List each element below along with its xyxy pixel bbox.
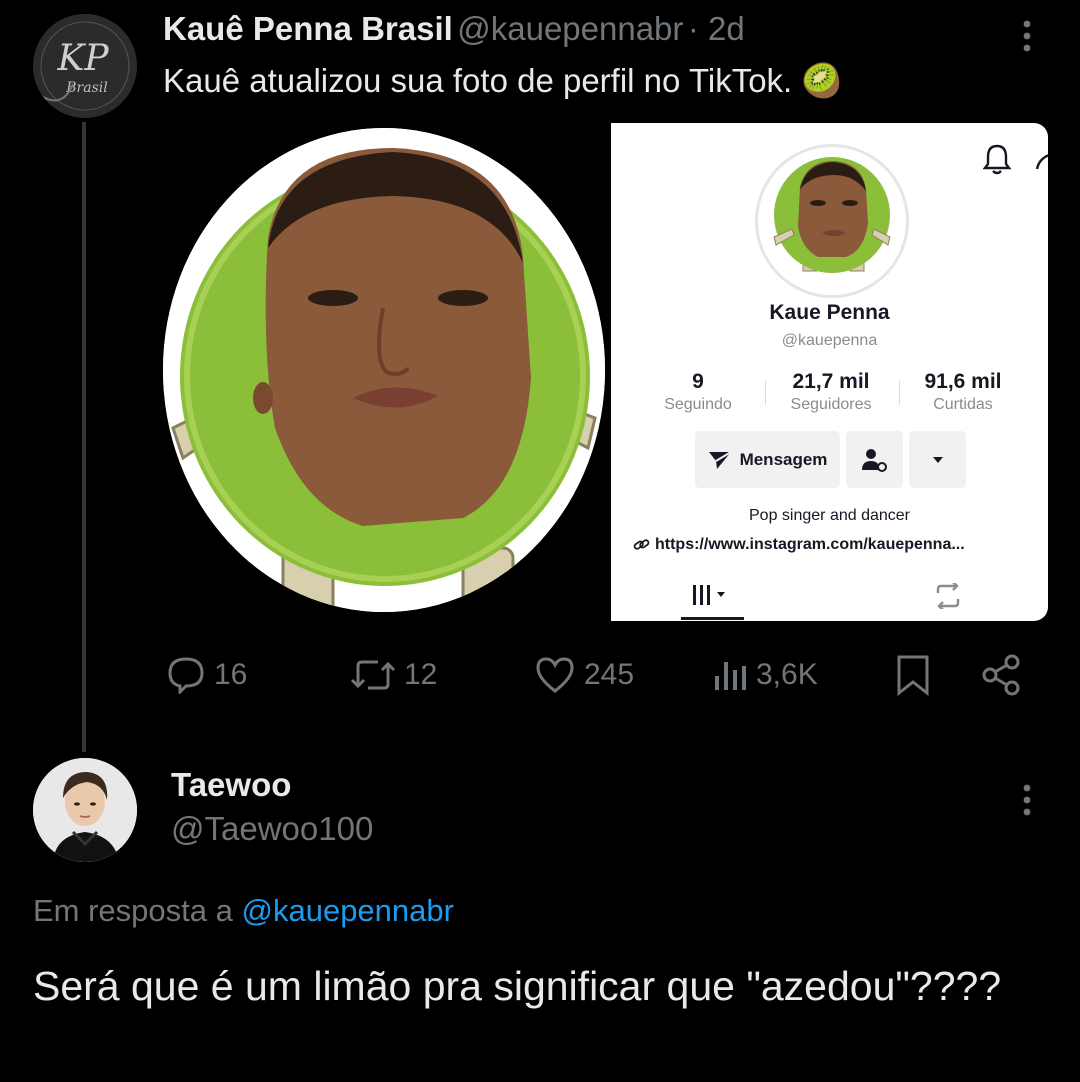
tiktok-bio: Pop singer and dancer	[749, 507, 910, 524]
link-icon	[633, 539, 650, 550]
heart-icon	[536, 657, 574, 693]
views-action[interactable]: 3,6K	[712, 650, 818, 700]
tweet-time[interactable]: · 2d	[688, 10, 745, 47]
tweet-photo[interactable]	[163, 128, 605, 612]
author-handle[interactable]: @kauepennabr	[457, 10, 683, 47]
stat-following-value: 9	[692, 370, 704, 393]
reply-count: 16	[214, 658, 248, 691]
stat-followers-label: Seguidores	[790, 396, 872, 413]
tiktok-profile-screenshot[interactable]: Kaue Penna @kauepenna 9 Seguindo 21,7 mi…	[611, 123, 1048, 621]
author-avatar[interactable]: KP Brasil	[33, 14, 137, 118]
reply-icon	[168, 657, 204, 694]
share-action[interactable]	[980, 650, 1022, 700]
stat-likes-label: Curtidas	[933, 396, 993, 413]
replying-to-mention[interactable]: @kauepennabr	[242, 893, 454, 928]
reply-text: Será que é um limão pra significar que "…	[33, 963, 1002, 1009]
tiktok-name: Kaue Penna	[769, 301, 890, 324]
message-button: Mensagem	[695, 431, 840, 488]
tiktok-link: https://www.instagram.com/kauepenna...	[633, 536, 965, 554]
views-chart-icon	[715, 662, 746, 690]
more-dropdown-button	[909, 431, 966, 488]
tweet-text: Kauê atualizou sua foto de perfil no Tik…	[163, 62, 843, 99]
replying-to-label: Em resposta a	[33, 893, 233, 928]
retweet-action[interactable]: 12	[350, 650, 437, 700]
stat-following: 9 Seguindo	[633, 370, 763, 414]
reply-more-options-icon[interactable]	[1012, 780, 1042, 820]
bookmark-icon	[897, 655, 929, 696]
avatar-monogram: KP	[56, 38, 109, 79]
add-friend-button	[846, 431, 903, 488]
retweet-icon	[350, 660, 396, 690]
stat-likes: 91,6 mil Curtidas	[898, 370, 1028, 414]
stat-followers: 21,7 mil Seguidores	[766, 370, 896, 414]
more-options-icon[interactable]	[1012, 16, 1042, 56]
send-icon	[708, 450, 732, 469]
retweet-count: 12	[404, 658, 438, 691]
stat-followers-value: 21,7 mil	[792, 370, 870, 393]
thread-connector-line	[82, 122, 86, 752]
tiktok-handle: @kauepenna	[781, 332, 878, 349]
reply-avatar-photo	[33, 758, 137, 862]
kiwi-portrait-image	[163, 128, 605, 612]
author-name[interactable]: Kauê Penna Brasil	[163, 10, 453, 47]
tweet-header: Kauê Penna Brasil @kauepennabr · 2d	[163, 10, 745, 48]
kp-logo-icon: KP Brasil	[33, 14, 137, 118]
share-arrow-icon	[1035, 151, 1048, 176]
stat-following-label: Seguindo	[664, 396, 732, 413]
person-settings-icon	[861, 448, 887, 472]
bookmark-action[interactable]	[895, 650, 931, 700]
grid-tab-icon	[691, 583, 733, 612]
like-count: 245	[584, 658, 635, 691]
tiktok-avatar	[758, 147, 906, 295]
caret-down-icon	[932, 456, 943, 463]
replying-to: Em resposta a @kauepennabr	[33, 893, 454, 929]
reply-author-handle[interactable]: @Taewoo100	[171, 810, 373, 848]
share-icon	[982, 654, 1020, 696]
stat-likes-value: 91,6 mil	[924, 370, 1002, 393]
reply-action[interactable]: 16	[166, 650, 247, 700]
views-count: 3,6K	[756, 658, 818, 691]
bell-icon	[982, 143, 1012, 180]
repost-tab-icon	[933, 581, 963, 614]
active-tab-indicator	[681, 617, 744, 620]
reply-author-name[interactable]: Taewoo	[171, 766, 291, 804]
tiktok-link-text: https://www.instagram.com/kauepenna...	[655, 536, 965, 553]
reply-author-avatar[interactable]	[33, 758, 137, 862]
message-button-label: Mensagem	[739, 449, 828, 469]
like-action[interactable]: 245	[534, 650, 634, 700]
